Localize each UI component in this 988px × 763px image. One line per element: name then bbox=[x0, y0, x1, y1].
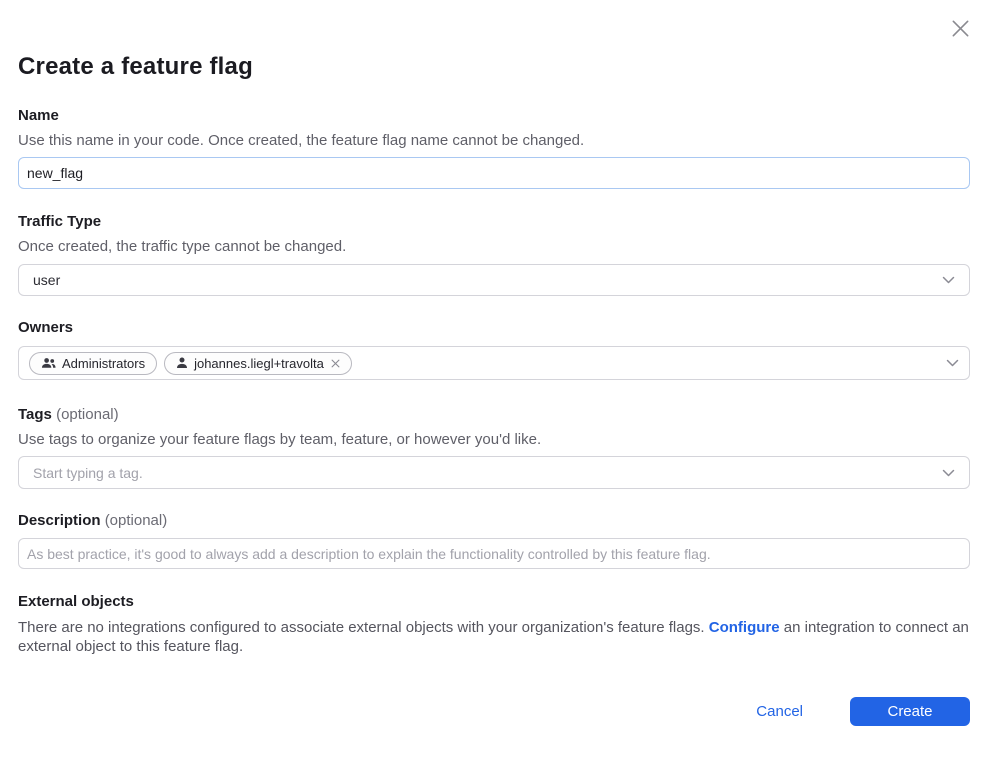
tags-placeholder: Start typing a tag. bbox=[33, 465, 143, 481]
cancel-button[interactable]: Cancel bbox=[756, 703, 803, 720]
owners-label: Owners bbox=[18, 320, 970, 336]
description-label-text: Description bbox=[18, 512, 101, 529]
traffic-type-label: Traffic Type bbox=[18, 214, 970, 230]
close-x-glyph bbox=[950, 18, 971, 39]
description-label: Description (optional) bbox=[18, 513, 970, 529]
traffic-type-select[interactable]: user bbox=[18, 264, 970, 296]
chevron-down-icon bbox=[942, 469, 955, 477]
external-objects-text: There are no integrations configured to … bbox=[18, 619, 970, 656]
description-optional-text: (optional) bbox=[105, 512, 168, 529]
tags-label-text: Tags bbox=[18, 406, 52, 423]
group-icon bbox=[41, 357, 56, 369]
traffic-type-helper: Once created, the traffic type cannot be… bbox=[18, 239, 970, 255]
tags-select[interactable]: Start typing a tag. bbox=[18, 456, 970, 489]
tags-optional-text: (optional) bbox=[56, 406, 119, 423]
chevron-down-icon bbox=[946, 354, 959, 372]
close-icon[interactable] bbox=[947, 15, 973, 41]
create-button[interactable]: Create bbox=[850, 697, 970, 726]
owner-chip-label: Administrators bbox=[62, 356, 145, 371]
owners-field[interactable]: Administrators johannes.liegl+travolta bbox=[18, 346, 970, 380]
name-input[interactable] bbox=[18, 157, 970, 189]
configure-link[interactable]: Configure bbox=[709, 619, 780, 636]
name-label: Name bbox=[18, 108, 970, 124]
owner-chip-administrators[interactable]: Administrators bbox=[29, 352, 157, 375]
tags-label: Tags (optional) bbox=[18, 407, 970, 423]
external-text-before: There are no integrations configured to … bbox=[18, 619, 709, 636]
owner-chip-user[interactable]: johannes.liegl+travolta bbox=[164, 352, 352, 375]
tags-helper: Use tags to organize your feature flags … bbox=[18, 432, 970, 448]
page-title: Create a feature flag bbox=[18, 0, 970, 81]
person-icon bbox=[176, 357, 188, 369]
owner-chip-label: johannes.liegl+travolta bbox=[194, 356, 324, 371]
remove-chip-icon[interactable] bbox=[331, 359, 340, 368]
chevron-down-icon bbox=[942, 276, 955, 284]
external-objects-label: External objects bbox=[18, 594, 970, 610]
traffic-type-value: user bbox=[33, 272, 60, 288]
description-input[interactable] bbox=[18, 538, 970, 569]
modal-footer: Cancel Create bbox=[18, 697, 970, 726]
name-helper: Use this name in your code. Once created… bbox=[18, 133, 970, 149]
create-feature-flag-modal: Create a feature flag Name Use this name… bbox=[0, 0, 988, 763]
